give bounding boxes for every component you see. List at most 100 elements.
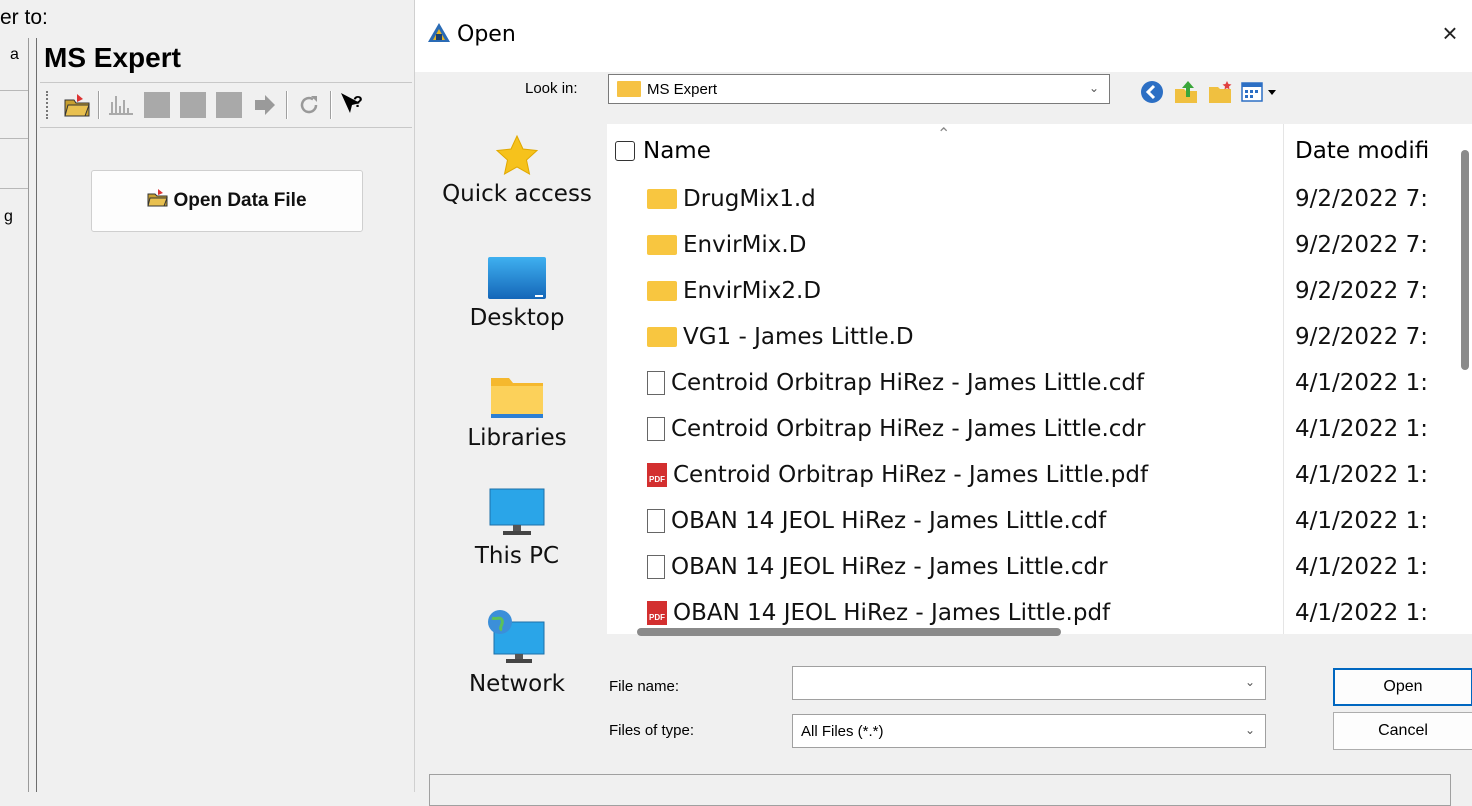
place-quick-access[interactable]: Quick access bbox=[427, 134, 607, 207]
place-network[interactable]: Network bbox=[427, 608, 607, 697]
file-icon bbox=[647, 555, 665, 579]
column-date-header[interactable]: Date modifi bbox=[1295, 138, 1429, 164]
file-row[interactable]: OBAN 14 JEOL HiRez - James Little.cdr 4/1… bbox=[607, 548, 1472, 592]
horizontal-scrollbar-thumb[interactable] bbox=[637, 628, 1061, 636]
place-label: Network bbox=[468, 671, 566, 697]
file-name-text: Centroid Orbitrap HiRez - James Little.p… bbox=[673, 462, 1149, 488]
folder-icon bbox=[617, 81, 641, 97]
file-name-cell: PDF Centroid Orbitrap HiRez - James Littl… bbox=[647, 462, 1148, 488]
file-name-cell: PDF OBAN 14 JEOL HiRez - James Little.pdf bbox=[647, 600, 1110, 626]
file-name-cell: Centroid Orbitrap HiRez - James Little.c… bbox=[647, 416, 1145, 442]
libraries-icon bbox=[427, 374, 607, 425]
file-row[interactable]: Centroid Orbitrap HiRez - James Little.c… bbox=[607, 364, 1472, 408]
file-date-cell: 4/1/2022 1: bbox=[1295, 462, 1428, 488]
close-icon[interactable]: × bbox=[1435, 18, 1465, 48]
place-label: Libraries bbox=[467, 425, 567, 451]
file-name-text: EnvirMix.D bbox=[683, 232, 807, 258]
background-top-text: er to: bbox=[0, 6, 48, 29]
place-libraries[interactable]: Libraries bbox=[427, 374, 607, 451]
place-label: Desktop bbox=[469, 305, 565, 331]
file-name-text: Centroid Orbitrap HiRez - James Little.c… bbox=[671, 370, 1145, 396]
file-row[interactable]: EnvirMix.D 9/2/2022 7: bbox=[607, 226, 1472, 270]
column-name-label: Name bbox=[643, 138, 711, 164]
open-data-file-label: Open Data File bbox=[173, 190, 307, 211]
open-folder-icon bbox=[147, 188, 169, 214]
file-icon bbox=[647, 371, 665, 395]
file-name-text: OBAN 14 JEOL HiRez - James Little.cdr bbox=[671, 554, 1108, 580]
file-row[interactable]: DrugMix1.d 9/2/2022 7: bbox=[607, 180, 1472, 224]
open-folder-icon[interactable] bbox=[62, 90, 92, 120]
gray-square-icon[interactable] bbox=[142, 90, 172, 120]
file-name-cell: EnvirMix.D bbox=[647, 232, 806, 258]
file-name-cell: OBAN 14 JEOL HiRez - James Little.cdr bbox=[647, 554, 1108, 580]
column-name-header[interactable]: Name bbox=[615, 138, 711, 164]
file-date-cell: 4/1/2022 1: bbox=[1295, 600, 1428, 626]
look-in-value: MS Expert bbox=[647, 80, 718, 98]
file-name-cell: OBAN 14 JEOL HiRez - James Little.cdf bbox=[647, 508, 1106, 534]
file-name-text: OBAN 14 JEOL HiRez - James Little.cdf bbox=[671, 508, 1107, 534]
file-date-cell: 9/2/2022 7: bbox=[1295, 324, 1428, 350]
file-date-cell: 4/1/2022 1: bbox=[1295, 508, 1428, 534]
file-name-text: Centroid Orbitrap HiRez - James Little.c… bbox=[671, 416, 1146, 442]
file-name-label: File name: bbox=[609, 678, 680, 695]
star-icon bbox=[427, 134, 607, 181]
file-row[interactable]: PDF Centroid Orbitrap HiRez - James Littl… bbox=[607, 456, 1472, 500]
refresh-icon[interactable] bbox=[294, 90, 324, 120]
file-name-cell: Centroid Orbitrap HiRez - James Little.c… bbox=[647, 370, 1144, 396]
file-row[interactable]: OBAN 14 JEOL HiRez - James Little.cdf 4/1… bbox=[607, 502, 1472, 546]
pdf-file-icon: PDF bbox=[647, 463, 667, 487]
place-label: Quick access bbox=[442, 181, 592, 207]
view-menu-icon[interactable] bbox=[1241, 79, 1281, 105]
chevron-down-icon[interactable]: ⌄ bbox=[1245, 675, 1255, 689]
help-pointer-icon[interactable]: ? bbox=[338, 90, 368, 120]
place-this-pc[interactable]: This PC bbox=[427, 488, 607, 569]
open-button[interactable]: Open bbox=[1333, 668, 1472, 706]
app-logo-icon bbox=[427, 22, 451, 49]
files-of-type-value: All Files (*.*) bbox=[801, 722, 884, 740]
place-desktop[interactable]: Desktop bbox=[427, 256, 607, 331]
look-in-dropdown[interactable]: MS Expert ⌄ bbox=[608, 74, 1110, 104]
file-list[interactable]: ⌃ Name Date modifi DrugMix1.d 9/2/2022 7:… bbox=[607, 124, 1472, 634]
file-name-cell: VG1 - James Little.D bbox=[647, 324, 914, 350]
open-data-file-button[interactable]: Open Data File bbox=[91, 170, 363, 232]
gray-square-icon[interactable] bbox=[178, 90, 208, 120]
file-date-cell: 9/2/2022 7: bbox=[1295, 186, 1428, 212]
toolbar-grip[interactable] bbox=[46, 91, 51, 119]
up-folder-icon[interactable] bbox=[1173, 79, 1199, 105]
chevron-down-icon: ⌄ bbox=[1244, 723, 1255, 737]
column-header-row: ⌃ Name Date modifi bbox=[607, 124, 1472, 180]
navigation-toolbar bbox=[1139, 78, 1281, 106]
file-row[interactable]: Centroid Orbitrap HiRez - James Little.c… bbox=[607, 410, 1472, 454]
background-app-window: er to: a g MS Expert ? Open Data File bbox=[0, 0, 414, 792]
spectrum-icon[interactable] bbox=[106, 90, 136, 120]
vertical-scrollbar-thumb[interactable] bbox=[1461, 150, 1469, 370]
file-name-cell: EnvirMix2.D bbox=[647, 278, 821, 304]
arrow-right-icon[interactable] bbox=[250, 90, 280, 120]
desktop-icon bbox=[427, 256, 607, 305]
left-panel-strip: a g bbox=[0, 38, 29, 792]
files-of-type-label: Files of type: bbox=[609, 722, 695, 739]
status-panel bbox=[429, 774, 1451, 806]
svg-text:?: ? bbox=[353, 94, 363, 111]
dialog-titlebar: Open × bbox=[415, 0, 1472, 72]
open-dialog: Open × Look in: MS Expert ⌄ Quick access bbox=[414, 0, 1472, 806]
file-name-input[interactable]: ⌄ bbox=[792, 666, 1266, 700]
file-date-cell: 9/2/2022 7: bbox=[1295, 232, 1428, 258]
dialog-title: Open bbox=[457, 22, 516, 47]
left-strip-char: g bbox=[4, 208, 13, 225]
file-date-cell: 9/2/2022 7: bbox=[1295, 278, 1428, 304]
place-label: This PC bbox=[474, 543, 560, 569]
file-row[interactable]: VG1 - James Little.D 9/2/2022 7: bbox=[607, 318, 1472, 362]
network-icon bbox=[427, 608, 607, 671]
left-strip-char: a bbox=[10, 46, 19, 63]
file-name-text: EnvirMix2.D bbox=[683, 278, 822, 304]
back-icon[interactable] bbox=[1139, 79, 1165, 105]
cancel-button[interactable]: Cancel bbox=[1333, 712, 1472, 750]
file-date-cell: 4/1/2022 1: bbox=[1295, 370, 1428, 396]
gray-square-icon[interactable] bbox=[214, 90, 244, 120]
select-all-checkbox[interactable] bbox=[615, 141, 635, 161]
files-of-type-dropdown[interactable]: All Files (*.*) ⌄ bbox=[792, 714, 1266, 748]
file-row[interactable]: EnvirMix2.D 9/2/2022 7: bbox=[607, 272, 1472, 316]
chevron-down-icon: ⌄ bbox=[1088, 81, 1099, 95]
new-folder-icon[interactable] bbox=[1207, 79, 1233, 105]
